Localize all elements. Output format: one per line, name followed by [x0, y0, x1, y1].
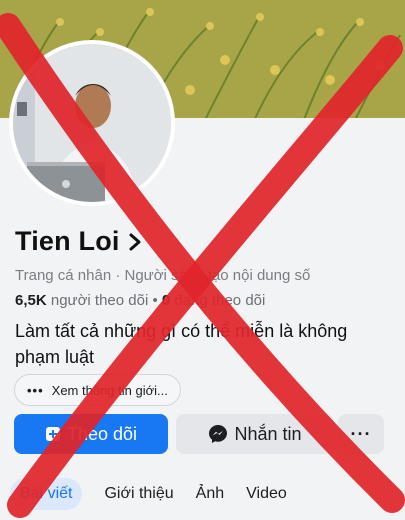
avatar-photo [13, 44, 171, 202]
tab-posts[interactable]: Bài viết [10, 478, 83, 510]
profile-bio: Làm tất cả những gì có thể miễn là không… [15, 321, 348, 367]
tab-about[interactable]: Giới thiệu [104, 478, 173, 510]
following-label[interactable]: đang theo dõi [174, 292, 265, 309]
see-about-info-button[interactable]: ••• Xem thông tin giới... [14, 374, 181, 406]
profile-name-row[interactable]: Tien Loi [15, 226, 142, 257]
profile-tabs: Bài viết Giới thiệu Ảnh Video [10, 478, 309, 510]
chevron-right-icon[interactable] [128, 232, 142, 252]
more-options-icon: ··· [350, 423, 372, 444]
more-dots-icon: ••• [27, 382, 44, 398]
follow-label: Theo dõi [66, 423, 138, 444]
following-count[interactable]: 0 [162, 292, 170, 309]
tab-photos[interactable]: Ảnh [196, 478, 224, 510]
followers-label[interactable]: người theo dõi [51, 292, 148, 309]
profile-subtitle: Trang cá nhân · Người sáng tạo nội dung … [15, 267, 311, 284]
profile-avatar[interactable] [9, 40, 175, 206]
see-about-info-label: Xem thông tin giới... [51, 382, 168, 398]
message-button[interactable]: Nhắn tin [176, 414, 334, 454]
followers-count[interactable]: 6,5K [15, 292, 47, 309]
follow-add-icon [45, 427, 60, 441]
followers-line: 6,5K người theo dõi • 0 đang theo dõi [15, 292, 265, 309]
separator-dot: • [152, 292, 162, 309]
tab-videos[interactable]: Video [246, 478, 287, 510]
messenger-icon [209, 425, 228, 443]
profile-name[interactable]: Tien Loi [15, 226, 120, 257]
more-options-button[interactable]: ··· [338, 414, 384, 454]
follow-button[interactable]: Theo dõi [14, 414, 168, 454]
message-label: Nhắn tin [234, 423, 302, 444]
